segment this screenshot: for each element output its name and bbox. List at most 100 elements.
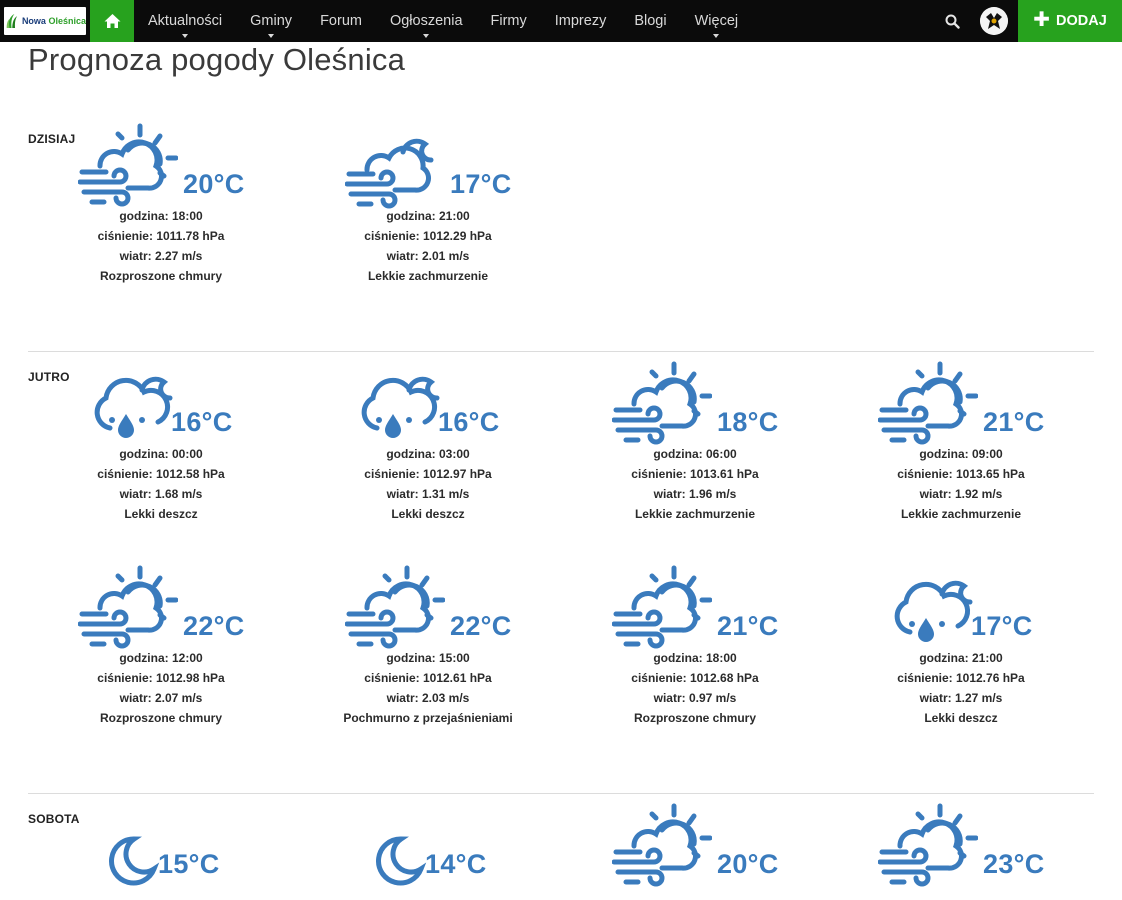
temperature: 15°C	[158, 849, 220, 879]
forecast-card: 16°C godzina: 00:00 ciśnienie: 1012.58 hPa…	[28, 360, 294, 524]
forecast-wind: wiatr: 2.01 m/s	[386, 249, 470, 263]
wind-sun-cloud-icon	[345, 565, 445, 649]
temperature: 23°C	[983, 849, 1045, 879]
forecast-wind: wiatr: 2.27 m/s	[119, 249, 203, 263]
temperature: 14°C	[425, 849, 487, 879]
forecast-description: Lekkie zachmurzenie	[367, 269, 489, 283]
forecast-pressure: ciśnienie: 1013.61 hPa	[631, 467, 759, 481]
forecast-pressure: ciśnienie: 1012.29 hPa	[364, 229, 492, 243]
forecast-description: Rozproszone chmury	[99, 711, 222, 725]
main-menu: Aktualności Gminy Forum Ogłoszenia Firmy Impr…	[134, 0, 752, 42]
wind-sun-cloud-icon	[78, 565, 178, 649]
nav-item-label: Firmy	[490, 13, 527, 29]
top-navbar: Nowa Oleśnica Aktualności Gminy Forum Ogłos…	[0, 0, 1122, 42]
nav-item-blogi[interactable]: Blogi	[620, 0, 680, 42]
nav-item-imprezy[interactable]: Imprezy	[541, 0, 621, 42]
nav-item-label: Blogi	[634, 13, 667, 29]
forecast-card: 17°C godzina: 21:00 ciśnienie: 1012.29 hPa…	[295, 122, 561, 286]
temperature: 16°C	[438, 407, 500, 437]
caret-down-icon	[268, 34, 275, 38]
add-button[interactable]: ✚ DODAJ	[1018, 0, 1122, 42]
forecast-card: 18°C godzina: 06:00 ciśnienie: 1013.61 hPa…	[562, 360, 828, 524]
forecast-description: Lekki deszcz	[391, 507, 465, 521]
forecast-card: 16°C godzina: 03:00 ciśnienie: 1012.97 hPa…	[295, 360, 561, 524]
forecast-description: Rozproszone chmury	[633, 711, 756, 725]
nav-item-aktualnosci[interactable]: Aktualności	[134, 0, 236, 42]
temperature: 22°C	[450, 611, 512, 641]
wind-sun-cloud-icon	[612, 803, 712, 887]
nav-item-wiecej[interactable]: Więcej	[681, 0, 753, 42]
forecast-card: 14°C	[295, 802, 561, 892]
caret-down-icon	[182, 34, 189, 38]
forecast-pressure: ciśnienie: 1012.68 hPa	[631, 671, 759, 685]
search-icon	[945, 14, 960, 29]
add-button-label: DODAJ	[1056, 13, 1107, 29]
nav-item-gminy[interactable]: Gminy	[236, 0, 306, 42]
logo-mark-icon	[6, 14, 18, 28]
forecast-wind: wiatr: 2.03 m/s	[386, 691, 470, 705]
temperature: 17°C	[971, 611, 1033, 641]
search-button[interactable]	[940, 9, 964, 33]
forecast-pressure: ciśnienie: 1012.76 hPa	[897, 671, 1025, 685]
forecast-description: Pochmurno z przejaśnieniami	[343, 711, 513, 725]
forecast-pressure: ciśnienie: 1012.98 hPa	[97, 671, 225, 685]
caret-down-icon	[423, 34, 430, 38]
forecast-pressure: ciśnienie: 1011.78 hPa	[97, 229, 225, 243]
temperature: 17°C	[450, 169, 512, 199]
forecast-card: 21°C godzina: 18:00 ciśnienie: 1012.68 hPa…	[562, 564, 828, 728]
forecast-card: 17°C godzina: 21:00 ciśnienie: 1012.76 hPa…	[828, 564, 1094, 728]
forecast-description: Lekkie zachmurzenie	[900, 507, 1022, 521]
forecast-pressure: ciśnienie: 1012.61 hPa	[364, 671, 492, 685]
forecast-pressure: ciśnienie: 1013.65 hPa	[897, 467, 1025, 481]
nav-item-forum[interactable]: Forum	[306, 0, 376, 42]
wind-cloud-moon-icon	[345, 138, 434, 209]
forecast-card: 20°C	[562, 802, 828, 892]
nav-item-firmy[interactable]: Firmy	[477, 0, 541, 42]
forecast-card: 20°C godzina: 18:00 ciśnienie: 1011.78 hPa…	[28, 122, 294, 286]
section-divider	[28, 351, 1094, 352]
site-logo[interactable]: Nowa Oleśnica	[4, 7, 86, 35]
wind-sun-cloud-icon	[878, 803, 978, 887]
forecast-description: Lekki deszcz	[124, 507, 198, 521]
temperature: 22°C	[183, 611, 245, 641]
nav-item-ogloszenia[interactable]: Ogłoszenia	[376, 0, 477, 42]
nav-item-label: Forum	[320, 13, 362, 29]
forecast-wind: wiatr: 1.68 m/s	[119, 487, 203, 501]
wind-sun-cloud-icon	[612, 361, 712, 445]
plus-icon: ✚	[1033, 9, 1050, 31]
home-icon	[104, 14, 120, 28]
forecast-pressure: ciśnienie: 1012.97 hPa	[364, 467, 492, 481]
forecast-card: 23°C	[828, 802, 1094, 892]
forecast-wind: wiatr: 1.92 m/s	[919, 487, 1003, 501]
temperature: 18°C	[717, 407, 779, 437]
nav-item-label: Gminy	[250, 13, 293, 29]
forecast-description: Lekkie zachmurzenie	[634, 507, 756, 521]
moon-icon	[109, 836, 160, 886]
forecast-card: 21°C godzina: 09:00 ciśnienie: 1013.65 hPa…	[828, 360, 1094, 524]
temperature: 21°C	[983, 407, 1045, 437]
rain-cloud-moon-icon	[894, 580, 973, 642]
home-button[interactable]	[90, 0, 134, 42]
forecast-wind: wiatr: 1.31 m/s	[386, 487, 470, 501]
rain-cloud-moon-icon	[361, 376, 440, 438]
wind-sun-cloud-icon	[878, 361, 978, 445]
forecast-pressure: ciśnienie: 1012.58 hPa	[97, 467, 225, 481]
avatar[interactable]	[980, 7, 1008, 35]
forecast-description: Rozproszone chmury	[99, 269, 222, 283]
forecast-wind: wiatr: 2.07 m/s	[119, 691, 203, 705]
page-title: Prognoza pogody Oleśnica	[28, 42, 406, 77]
wind-sun-cloud-icon	[612, 565, 712, 649]
temperature: 21°C	[717, 611, 779, 641]
forecast-card: 22°C godzina: 15:00 ciśnienie: 1012.61 hPa…	[295, 564, 561, 728]
forecast-card: 15°C	[28, 802, 294, 892]
section-divider	[28, 793, 1094, 794]
forecast-wind: wiatr: 0.97 m/s	[653, 691, 737, 705]
nav-item-label: Ogłoszenia	[389, 13, 463, 29]
caret-down-icon	[713, 34, 720, 38]
wind-sun-cloud-icon	[78, 123, 178, 207]
temperature: 20°C	[717, 849, 779, 879]
nav-item-label: Aktualności	[148, 13, 223, 29]
moon-icon	[376, 836, 427, 886]
forecast-card: 22°C godzina: 12:00 ciśnienie: 1012.98 hPa…	[28, 564, 294, 728]
nav-item-label: Więcej	[694, 13, 739, 29]
